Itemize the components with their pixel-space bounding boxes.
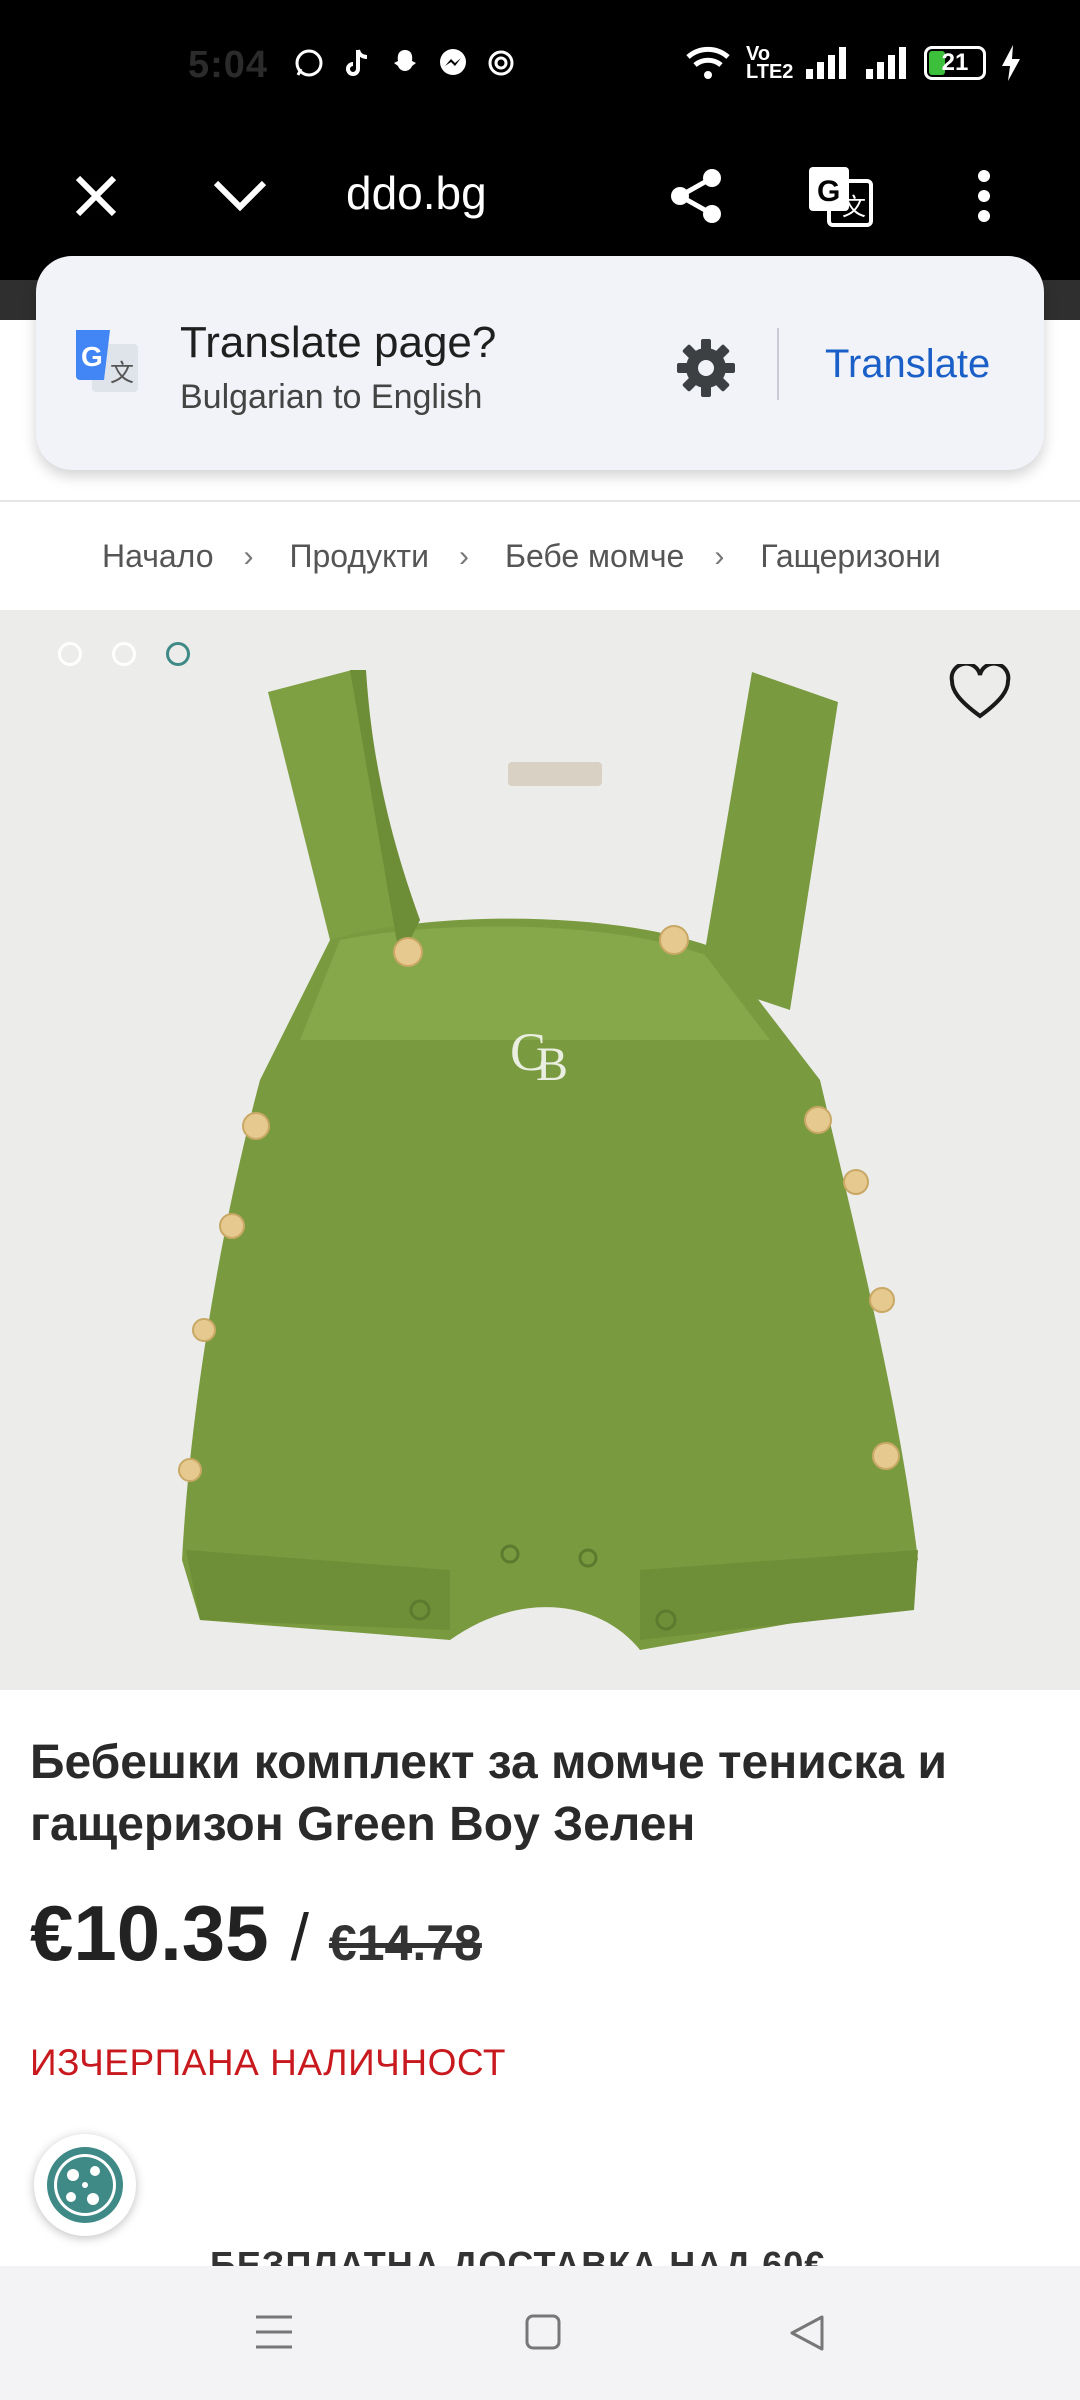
svg-text:B: B <box>536 1038 568 1091</box>
translate-button[interactable]: G文 <box>800 156 880 236</box>
back-triangle-icon <box>790 2315 824 2351</box>
url-field[interactable]: ddo.bg <box>346 166 487 220</box>
pager-dot[interactable] <box>112 642 136 666</box>
translate-settings-button[interactable] <box>670 332 742 404</box>
chevron-right-icon: › <box>458 539 469 573</box>
chatgpt-icon <box>484 46 518 80</box>
close-icon <box>75 175 117 217</box>
share-button[interactable] <box>656 156 736 236</box>
pager-dot[interactable] <box>58 642 82 666</box>
heart-icon <box>949 661 1011 719</box>
network-label: Vo LTE2 <box>746 43 794 83</box>
google-translate-logo-icon: 文G <box>76 330 138 392</box>
home-button[interactable] <box>524 2313 562 2356</box>
product-price: €10.35 / €14.78 <box>30 1888 482 1979</box>
product-title: Бебешки комплект за момче тениска и гаще… <box>30 1736 947 1851</box>
breadcrumb-item-baby-boy[interactable]: Бебе момче <box>505 538 684 575</box>
translate-title: Translate page? <box>180 318 497 367</box>
translate-action-button[interactable]: Translate <box>825 342 990 387</box>
status-time: 5:04 <box>188 44 269 86</box>
more-vert-icon <box>978 170 990 222</box>
wishlist-button[interactable] <box>948 661 1012 725</box>
cookie-settings-button[interactable] <box>34 2134 136 2236</box>
product-photo: C B <box>178 670 918 1650</box>
messenger-icon <box>436 46 470 80</box>
minimize-button[interactable] <box>200 156 280 236</box>
svg-text:G: G <box>817 175 840 208</box>
charging-icon <box>1002 45 1020 81</box>
pager-dot-active[interactable] <box>166 642 190 666</box>
back-button[interactable] <box>788 2313 826 2358</box>
breadcrumb: Начало › Продукти › Бебе момче › Гащериз… <box>102 538 941 575</box>
chevron-right-icon: › <box>714 539 725 573</box>
old-price: €14.78 <box>328 1915 482 1971</box>
share-icon <box>671 169 721 223</box>
breadcrumb-item-products[interactable]: Продукти <box>290 538 429 575</box>
wifi-icon <box>686 46 730 79</box>
more-options-button[interactable] <box>944 156 1024 236</box>
battery-icon: 21 <box>924 46 986 80</box>
tiktok-icon <box>340 46 374 80</box>
cookie-icon <box>47 2147 123 2223</box>
signal-icon <box>806 47 846 79</box>
recent-apps-button[interactable] <box>254 2313 294 2356</box>
google-translate-logo: 文G <box>72 326 142 401</box>
square-icon <box>525 2314 561 2350</box>
product-image-gallery[interactable]: C B <box>0 610 1080 1690</box>
chevron-right-icon: › <box>243 539 254 573</box>
whatsapp-icon <box>292 46 326 80</box>
svg-text:文: 文 <box>842 194 866 221</box>
svg-text:G: G <box>81 341 103 372</box>
battery-level: 21 <box>941 49 969 76</box>
close-tab-button[interactable] <box>56 156 136 236</box>
gear-icon <box>677 339 735 397</box>
stock-status: ИЗЧЕРПАНА НАЛИЧНОСТ <box>30 2042 506 2083</box>
system-status: Vo LTE2 21 <box>684 44 1022 82</box>
snapchat-icon <box>388 46 422 80</box>
translate-divider <box>777 328 779 400</box>
menu-icon <box>256 2315 292 2349</box>
breadcrumb-item-rompers[interactable]: Гащеризони <box>760 538 940 575</box>
chevron-down-icon <box>213 180 267 212</box>
google-translate-icon: G文 <box>809 167 873 227</box>
svg-text:文: 文 <box>110 360 134 387</box>
price-separator: / <box>290 1900 309 1974</box>
translate-languages[interactable]: Bulgarian to English <box>180 378 482 417</box>
current-price: €10.35 <box>30 1889 269 1977</box>
image-pager[interactable] <box>58 642 190 666</box>
signal-icon-2 <box>866 47 906 79</box>
notification-icons <box>292 46 518 80</box>
breadcrumb-item-home[interactable]: Начало <box>102 538 214 575</box>
